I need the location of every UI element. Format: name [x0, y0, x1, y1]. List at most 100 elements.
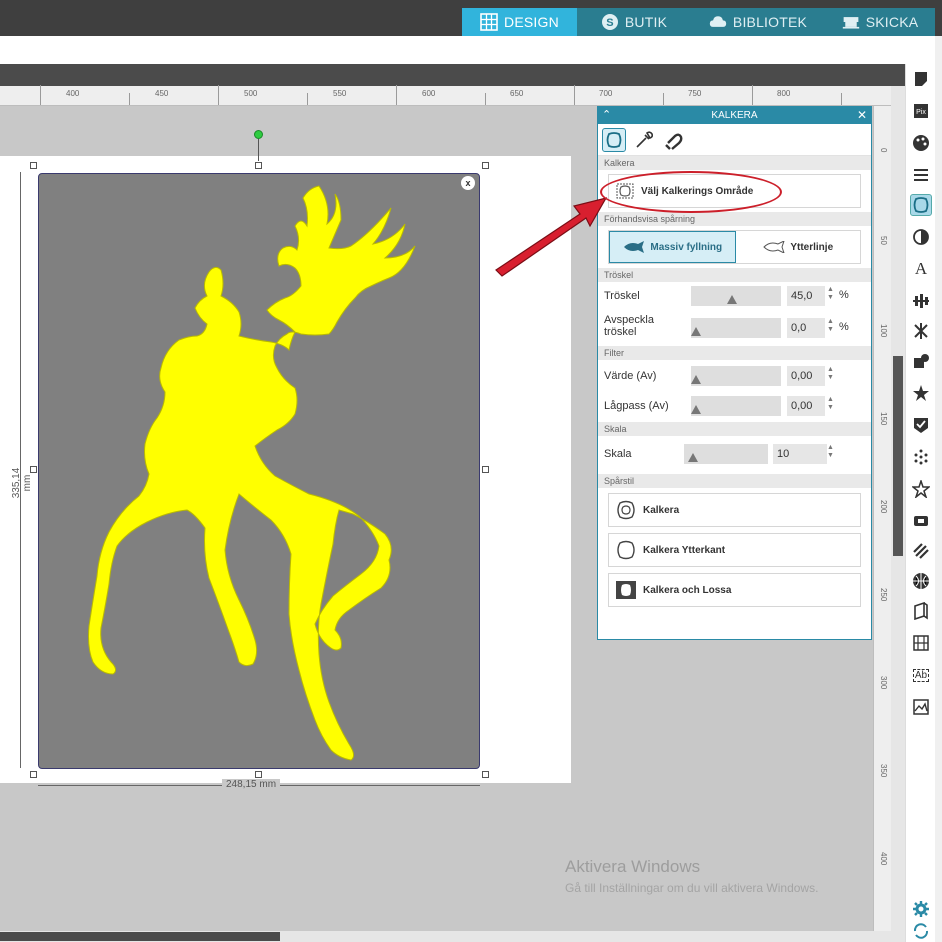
spinner-icon[interactable]: ▲ ▼	[827, 286, 834, 302]
text-style-icon[interactable]: Ab	[910, 664, 932, 686]
fish-solid-icon	[624, 241, 645, 253]
threshold-row: Tröskel 45,0 ▲ ▼ %	[598, 282, 871, 312]
resize-handle[interactable]	[482, 162, 489, 169]
spinner-icon[interactable]: ▲ ▼	[827, 444, 834, 460]
image-effects-icon[interactable]	[910, 696, 932, 718]
preview-outline-label: Ytterlinje	[790, 241, 834, 253]
svg-text:Pix: Pix	[916, 109, 926, 116]
lowpass-slider[interactable]	[691, 396, 781, 416]
text-icon[interactable]: A	[910, 258, 932, 280]
fish-outline-icon	[763, 241, 785, 253]
right-toolbar: Pix A Ab	[905, 64, 935, 942]
resize-handle[interactable]	[482, 771, 489, 778]
slider-thumb[interactable]	[691, 327, 701, 336]
ruler-label: 800	[777, 89, 791, 98]
fill-contrast-icon[interactable]	[910, 226, 932, 248]
lowpass-label: Lågpass (Av)	[604, 400, 669, 412]
collapse-icon[interactable]: ⌃	[602, 108, 611, 121]
ruler-label: 0	[879, 148, 888, 153]
scale-slider[interactable]	[684, 444, 768, 464]
despeckle-label: Avspeckla tröskel	[604, 314, 654, 338]
lowpass-input[interactable]: 0,00	[787, 396, 825, 416]
settings-gear-icon[interactable]	[910, 898, 932, 920]
preview-outline[interactable]: Ytterlinje	[736, 231, 861, 263]
value-slider[interactable]	[691, 366, 781, 386]
remove-image-button[interactable]: x	[461, 176, 475, 190]
resize-handle[interactable]	[255, 162, 262, 169]
trace-outer-button[interactable]: Kalkera Ytterkant	[608, 533, 861, 567]
slider-thumb[interactable]	[691, 405, 701, 414]
replicate-icon[interactable]	[910, 350, 932, 372]
pages-icon[interactable]	[910, 600, 932, 622]
preview-solid-fill[interactable]: Massiv fyllning	[609, 231, 736, 263]
ruler-label: 550	[333, 89, 347, 98]
tab-design[interactable]: DESIGN	[462, 8, 577, 36]
rotation-handle[interactable]	[254, 130, 263, 139]
offset-icon[interactable]	[910, 414, 932, 436]
panel-header: ⌃ KALKERA ✕	[598, 107, 871, 124]
resize-handle[interactable]	[255, 771, 262, 778]
library-book-icon[interactable]	[910, 632, 932, 654]
threshold-input[interactable]: 45,0	[787, 286, 825, 306]
ruler-label: 50	[879, 236, 888, 245]
tab-butik[interactable]: S BUTIK	[577, 8, 691, 36]
slider-thumb[interactable]	[691, 375, 701, 384]
document-tab-strip	[0, 64, 905, 86]
scale-label: Skala	[604, 448, 632, 460]
eyedropper-icon[interactable]	[632, 128, 656, 152]
vertical-ruler: 0 50 100 150 200 250 300 350 400	[873, 106, 891, 931]
ruler-label: 150	[879, 412, 888, 426]
value-input[interactable]: 0,00	[787, 366, 825, 386]
slider-thumb[interactable]	[688, 453, 698, 462]
spinner-icon[interactable]: ▲ ▼	[827, 396, 834, 412]
palette-icon[interactable]	[910, 132, 932, 154]
ruler-label: 300	[879, 676, 888, 690]
close-icon[interactable]: ✕	[857, 108, 867, 122]
align-icon[interactable]	[910, 290, 932, 312]
scale-input[interactable]: 10	[773, 444, 827, 464]
star-badge-icon[interactable]	[910, 382, 932, 404]
slider-thumb[interactable]	[727, 295, 737, 304]
horizontal-scrollbar[interactable]	[0, 931, 905, 942]
trace-panel-icon[interactable]	[910, 194, 932, 216]
resize-handle[interactable]	[482, 466, 489, 473]
line-style-icon[interactable]	[910, 164, 932, 186]
vertical-scrollbar[interactable]	[891, 86, 905, 931]
rotation-line	[258, 139, 259, 161]
pixscan-icon[interactable]: Pix	[910, 100, 932, 122]
trace-area-icon[interactable]	[602, 127, 626, 152]
trace-detach-button[interactable]: Kalkera och Lossa	[608, 573, 861, 607]
section-preview: Förhandsvisa spårning	[598, 212, 871, 226]
trace-button[interactable]: Kalkera	[608, 493, 861, 527]
scroll-thumb[interactable]	[893, 356, 903, 556]
sketch-dots-icon[interactable]	[910, 446, 932, 468]
ruler-label: 100	[879, 324, 888, 338]
trace-image[interactable]	[38, 173, 480, 769]
despeckle-input[interactable]: 0,0	[787, 318, 825, 338]
send-to-back-icon[interactable]	[910, 510, 932, 532]
panel-tools	[598, 124, 871, 156]
hatch-icon[interactable]	[910, 540, 932, 562]
ruler-label: 450	[155, 89, 169, 98]
page-setup-icon[interactable]	[910, 68, 932, 90]
tab-bibliotek[interactable]: BIBLIOTEK	[691, 8, 825, 36]
sync-icon[interactable]	[910, 920, 932, 942]
resize-handle[interactable]	[30, 771, 37, 778]
resize-handle[interactable]	[30, 466, 37, 473]
scroll-thumb[interactable]	[0, 932, 280, 941]
tab-skicka[interactable]: SKICKA	[825, 8, 935, 36]
star-outline-icon[interactable]	[910, 478, 932, 500]
resize-handle[interactable]	[30, 162, 37, 169]
spinner-icon[interactable]: ▲ ▼	[827, 366, 834, 382]
threshold-unit: %	[839, 289, 849, 301]
deer-silhouette	[88, 185, 416, 761]
threshold-slider[interactable]	[691, 286, 781, 306]
magnet-icon[interactable]	[662, 128, 686, 152]
trace-outer-icon	[617, 540, 635, 560]
section-style: Spårstil	[598, 474, 871, 488]
transform-icon[interactable]	[910, 320, 932, 342]
spinner-icon[interactable]: ▲ ▼	[827, 318, 834, 334]
nesting-icon[interactable]	[910, 570, 932, 592]
despeckle-slider[interactable]	[691, 318, 781, 338]
ruler-label: 350	[879, 764, 888, 778]
